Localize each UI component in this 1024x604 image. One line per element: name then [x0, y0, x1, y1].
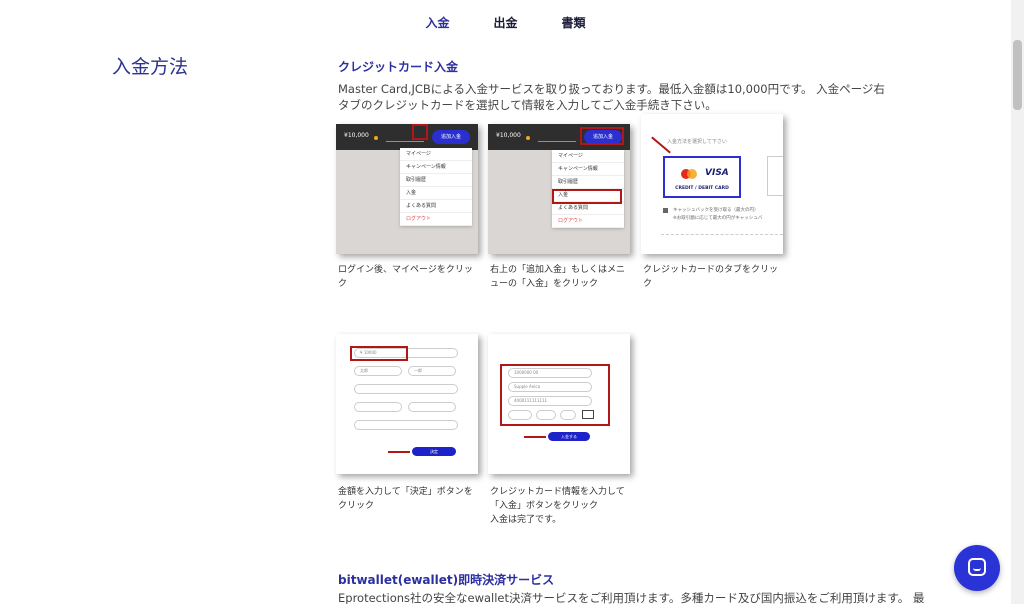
mock-field	[354, 402, 402, 412]
mastercard-icon-overlap	[687, 169, 697, 179]
highlight-box	[552, 189, 622, 204]
card-icon	[582, 410, 594, 419]
mock-card-label: CREDIT / DEBIT CARD	[675, 186, 729, 191]
step4-caption: 金額を入力して「決定」ボタンをクリック	[338, 487, 473, 511]
mock-cvv-field	[560, 410, 576, 420]
highlight-box	[350, 346, 408, 361]
highlight-box	[580, 127, 624, 145]
mock-card-field: 4000111111111	[508, 396, 592, 406]
mock-add-button: 追加入金	[432, 130, 470, 144]
mock-decide-button: 決定	[412, 447, 456, 456]
mock-menu-item: キャンペーン情報	[400, 161, 472, 174]
mock-balance: ¥10,000	[496, 132, 521, 139]
mock-menu-item: キャンペーン情報	[552, 163, 624, 176]
mock-field	[408, 402, 456, 412]
mock-name-last: 一郎	[408, 366, 456, 376]
chat-icon	[968, 558, 986, 576]
mock-divider	[661, 234, 783, 235]
step1-screenshot: ¥10,000 追加入金 マイページ キャンペーン情報 取引履歴 入金 よくある…	[336, 124, 478, 254]
chat-button[interactable]	[954, 545, 1000, 591]
credit-card-heading: クレジットカード入金	[338, 60, 459, 74]
mock-cashback-line1: キャッシュバックを受け取る（最大の円）	[673, 208, 759, 213]
mock-status-dot	[374, 136, 378, 140]
mock-name-first: 太郎	[354, 366, 402, 376]
red-arrow	[524, 436, 546, 438]
mock-card-prompt: 入金方法を選択して下さい	[667, 139, 727, 145]
credit-card-section: クレジットカード入金 Master Card,JCBによる入金サービスを取り扱っ…	[338, 58, 898, 113]
tab-withdraw[interactable]: 出金	[471, 0, 539, 40]
mock-card-field: Supple Anica	[508, 382, 592, 392]
step4-screenshot: ¥ 10000 太郎 一郎 決定	[336, 334, 478, 474]
step2-screenshot: ¥10,000 追加入金 マイページ キャンペーン情報 取引履歴 入金 よくある…	[488, 124, 630, 254]
step1-caption: ログイン後、マイページをクリック	[338, 265, 473, 289]
deposit-tabs: 入金 出金 書類	[0, 0, 1011, 40]
highlight-box	[412, 124, 428, 140]
mock-field	[354, 420, 458, 430]
mock-menu-item: よくある質問	[400, 200, 472, 213]
scrollbar-thumb[interactable]	[1013, 40, 1022, 110]
mock-menu-item: マイページ	[400, 148, 472, 161]
mock-card-option: VISA CREDIT / DEBIT CARD	[663, 156, 741, 198]
tab-deposit[interactable]: 入金	[403, 0, 471, 40]
mock-status-dot	[526, 136, 530, 140]
mock-menu-item: マイページ	[552, 150, 624, 163]
mock-menu-item: 取引履歴	[400, 174, 472, 187]
mock-field	[354, 384, 458, 394]
step2-caption: 右上の「追加入金」もしくはメニューの「入金」をクリック	[490, 265, 626, 289]
green-underline	[386, 141, 424, 142]
mock-menu-item: ログアウト	[552, 215, 624, 228]
tab-documents[interactable]: 書類	[540, 0, 608, 40]
step5-screenshot: 1000000 00 Supple Anica 4000111111111 入金…	[488, 334, 630, 474]
mock-expiry-field	[508, 410, 532, 420]
mock-deposit-button: 入金する	[548, 432, 590, 441]
mock-side-panel	[767, 156, 783, 196]
step3-caption: クレジットカードのタブをクリック	[643, 265, 779, 289]
mock-menu-item: ログアウト	[400, 213, 472, 226]
page-title: 入金方法	[112, 56, 189, 78]
mock-card-field: 1000000 00	[508, 368, 592, 378]
mock-cashback-line2: ※お取引額に応じて最大の円がキャッシュバ	[673, 216, 763, 221]
scrollbar[interactable]	[1011, 0, 1024, 604]
credit-card-description: Master Card,JCBによる入金サービスを取り扱っております。最低入金額…	[338, 82, 885, 112]
step5-caption: クレジットカード情報を入力して「入金」ボタンをクリック 入金は完了です。	[490, 487, 625, 525]
bitwallet-description: Eprotections社の安全なewallet決済サービスをご利用頂けます。多…	[338, 591, 925, 604]
mock-balance: ¥10,000	[344, 132, 369, 139]
mock-menu-item: 取引履歴	[552, 176, 624, 189]
mock-checkbox	[663, 208, 668, 213]
mock-menu-item: 入金	[400, 187, 472, 200]
green-underline	[538, 141, 576, 142]
red-arrow	[388, 451, 410, 453]
mock-dropdown-menu: マイページ キャンペーン情報 取引履歴 入金 よくある質問 ログアウト	[400, 148, 472, 226]
visa-icon: VISA	[705, 168, 729, 178]
step3-screenshot: 入金方法を選択して下さい VISA CREDIT / DEBIT CARD キャ…	[641, 114, 783, 254]
bitwallet-heading: bitwallet(ewallet)即時決済サービス	[338, 573, 555, 587]
mock-expiry-field	[536, 410, 556, 420]
